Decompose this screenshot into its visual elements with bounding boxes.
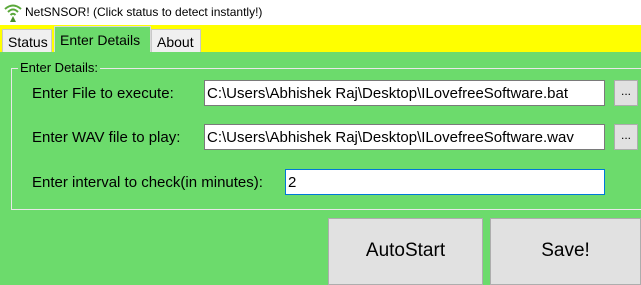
- interval-label: Enter interval to check(in minutes):: [32, 174, 263, 191]
- tab-enter-details[interactable]: Enter Details: [54, 26, 151, 52]
- wifi-signal-icon: [4, 4, 22, 22]
- wav-file-field[interactable]: [204, 124, 605, 150]
- title-bar: NetSNSOR! (Click status to detect instan…: [0, 0, 641, 25]
- file-label: Enter File to execute:: [32, 85, 174, 102]
- group-label: Enter Details:: [18, 60, 101, 75]
- file-to-execute-field[interactable]: [204, 80, 605, 106]
- wav-label: Enter WAV file to play:: [32, 129, 181, 146]
- tab-status[interactable]: Status: [2, 29, 52, 52]
- tab-about[interactable]: About: [151, 29, 201, 52]
- browse-wav-button[interactable]: ...: [614, 124, 638, 150]
- browse-file-button[interactable]: ...: [614, 80, 638, 106]
- interval-field[interactable]: [285, 169, 605, 195]
- window-title: NetSNSOR! (Click status to detect instan…: [25, 5, 263, 19]
- save-button[interactable]: Save!: [490, 218, 641, 285]
- autostart-button[interactable]: AutoStart: [328, 218, 483, 285]
- tab-strip: Status Enter Details About: [0, 25, 641, 52]
